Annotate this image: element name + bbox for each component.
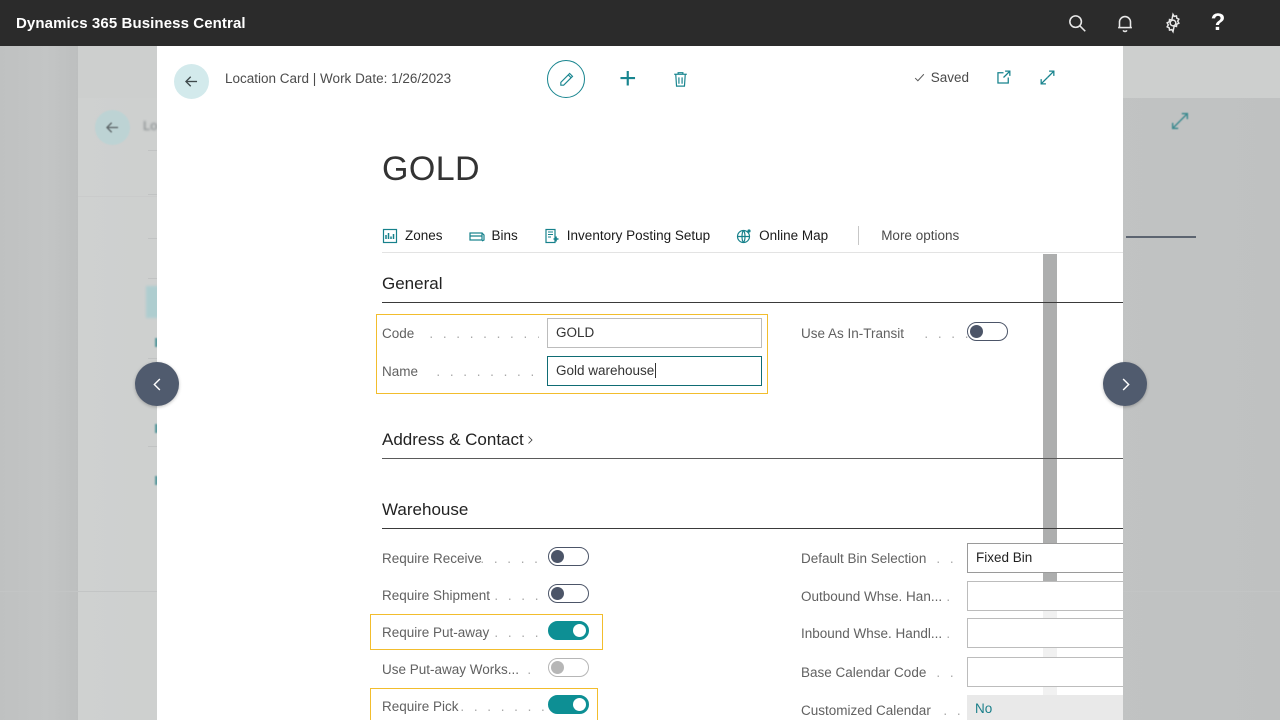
zones-icon <box>382 228 398 244</box>
bins-icon <box>468 228 485 244</box>
leader-dots: · <box>527 665 535 678</box>
gear-icon[interactable] <box>1162 12 1184 34</box>
section-rule-general <box>382 302 1123 303</box>
leader-dots: · · · · · · <box>494 591 544 604</box>
ribbon-item-bins[interactable]: Bins <box>468 228 518 244</box>
field-label-use-as-in-transit: Use As In-Transit <box>801 326 905 341</box>
page-title: GOLD <box>382 150 480 188</box>
delete-trash-icon[interactable] <box>671 69 690 89</box>
inventory-posting-setup-icon <box>544 228 560 244</box>
actions-ribbon: Zones Bins Inventory Posting Setup Onlin… <box>382 220 1123 251</box>
name-input[interactable]: Gold warehouse <box>547 356 762 386</box>
require-shipment-toggle[interactable] <box>548 584 589 603</box>
leader-dots: · · · · · · · · · · · <box>436 367 536 380</box>
section-label: Address & Contact <box>382 430 524 449</box>
use-as-in-transit-toggle[interactable] <box>967 322 1008 341</box>
ribbon-item-online-map[interactable]: Online Map <box>736 228 828 244</box>
field-label-require-shipment: Require Shipment <box>382 588 491 603</box>
leader-dots: · · · · · · · · · · <box>460 702 544 715</box>
background-back-arrow-icon[interactable] <box>95 110 130 145</box>
section-heading-address-contact[interactable]: Address & Contact <box>382 430 536 450</box>
text-caret <box>655 363 657 378</box>
open-in-new-window-icon[interactable] <box>994 68 1013 87</box>
background-breadcrumb-partial: Lo <box>143 118 158 133</box>
leader-dots: · · · · · · <box>924 329 970 342</box>
ribbon-separator <box>858 226 860 245</box>
code-input[interactable]: GOLD <box>547 318 762 348</box>
ribbon-item-label: Zones <box>405 228 443 243</box>
field-label-require-put-away: Require Put-away <box>382 625 490 640</box>
section-heading-warehouse: Warehouse <box>382 500 469 519</box>
use-put-away-worksheet-toggle[interactable] <box>548 658 589 677</box>
card-toolbar: Location Card | Work Date: 1/26/2023 + S… <box>157 46 1123 110</box>
field-label-customized-calendar: Customized Calendar <box>801 703 931 718</box>
name-input-value: Gold warehouse <box>556 363 655 378</box>
leader-dots: · · · <box>936 668 964 681</box>
inbound-whse-handling-input[interactable] <box>967 618 1123 648</box>
help-question-icon[interactable]: ? <box>1210 11 1226 35</box>
app-header: Dynamics 365 Business Central ? <box>0 0 1280 46</box>
field-label-default-bin-selection: Default Bin Selection <box>801 551 927 566</box>
require-pick-toggle[interactable] <box>548 695 589 714</box>
require-receive-toggle[interactable] <box>548 547 589 566</box>
field-label-name: Name <box>382 364 419 379</box>
section-rule-warehouse <box>382 528 1123 529</box>
field-label-inbound-whse-handling: Inbound Whse. Handl... <box>801 626 943 641</box>
status-badge-saved: Saved <box>913 70 969 85</box>
section-rule-address-contact <box>382 458 1123 459</box>
leader-dots: · · · <box>936 554 964 567</box>
leader-dots: · · · · · · · · · · · · · <box>429 329 539 342</box>
background-left-panel <box>0 46 78 720</box>
breadcrumb: Location Card | Work Date: 1/26/2023 <box>225 71 452 86</box>
notification-bell-icon[interactable] <box>1114 12 1136 34</box>
location-card-dialog: Location Card | Work Date: 1/26/2023 + S… <box>157 46 1123 720</box>
section-heading-general: General <box>382 274 443 293</box>
field-label-base-calendar-code: Base Calendar Code <box>801 665 927 680</box>
background-fullscreen-expand-icon[interactable] <box>1169 110 1191 132</box>
field-label-code: Code <box>382 326 415 341</box>
leader-dots: · · · · · · · · <box>480 554 546 567</box>
previous-record-button[interactable] <box>135 362 179 406</box>
search-icon[interactable] <box>1066 12 1088 34</box>
app-header-icons: ? <box>1066 11 1226 35</box>
new-record-button[interactable]: + <box>619 64 637 94</box>
leader-dots: · · <box>943 706 963 719</box>
leader-dots: · <box>946 592 954 605</box>
fullscreen-expand-icon[interactable] <box>1038 68 1057 87</box>
field-label-outbound-whse-handling: Outbound Whse. Han... <box>801 589 943 604</box>
edit-pencil-button[interactable] <box>547 60 585 98</box>
base-calendar-code-lookup[interactable] <box>967 657 1123 687</box>
online-map-icon <box>736 228 752 244</box>
ribbon-item-label: Inventory Posting Setup <box>566 228 711 243</box>
leader-dots: · <box>946 629 954 642</box>
field-label-require-pick: Require Pick <box>382 699 459 714</box>
card-scroll-region: General Code · · · · · · · · · · · · · G… <box>157 253 1123 720</box>
background-divider <box>1126 236 1196 238</box>
saved-label: Saved <box>930 70 969 85</box>
more-options-button[interactable]: More options <box>881 228 959 243</box>
ribbon-item-label: Bins <box>491 228 518 243</box>
chevron-right-icon <box>524 431 536 444</box>
customized-calendar-value: No <box>967 695 1123 720</box>
ribbon-item-label: Online Map <box>759 228 829 243</box>
app-title: Dynamics 365 Business Central <box>16 14 246 32</box>
outbound-whse-handling-input[interactable] <box>967 581 1123 611</box>
toolbar-right-actions: Saved <box>913 68 1057 87</box>
field-label-use-put-away-worksheet: Use Put-away Works... <box>382 662 520 677</box>
next-record-button[interactable] <box>1103 362 1147 406</box>
field-label-require-receive: Require Receive <box>382 551 482 566</box>
toolbar-actions: + <box>547 60 690 98</box>
select-value: Fixed Bin <box>976 550 1033 565</box>
back-arrow-icon[interactable] <box>174 64 209 99</box>
ribbon-item-inventory-posting-setup[interactable]: Inventory Posting Setup <box>544 228 710 244</box>
leader-dots: · · · · · · <box>494 628 544 641</box>
default-bin-selection-select[interactable]: Fixed Bin <box>967 543 1123 573</box>
require-put-away-toggle[interactable] <box>548 621 589 640</box>
ribbon-item-zones[interactable]: Zones <box>382 228 443 244</box>
